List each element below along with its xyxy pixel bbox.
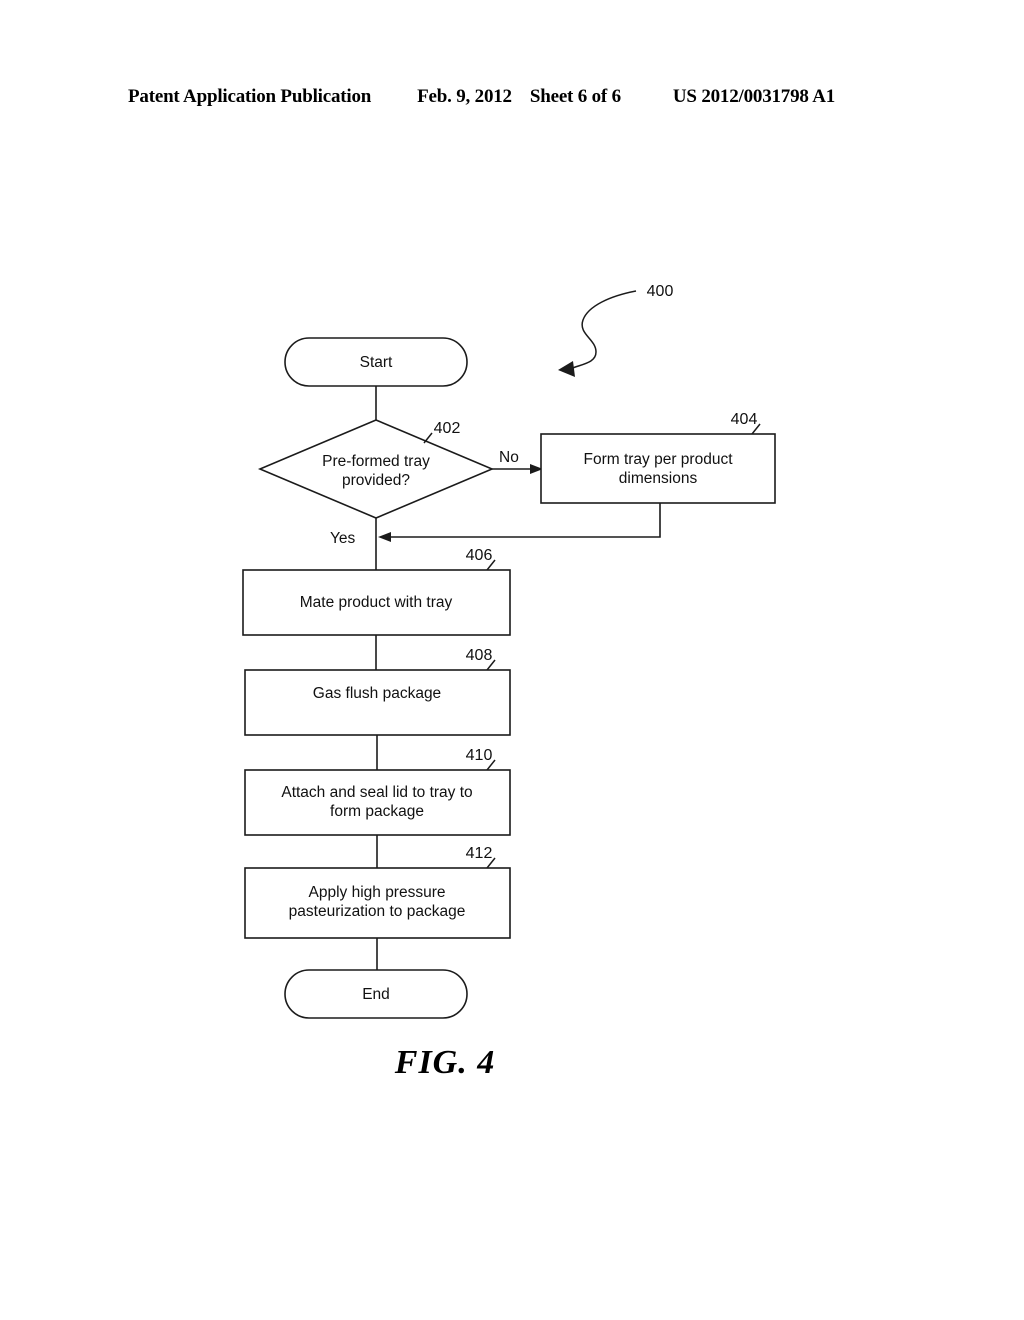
connector-404-return-to-trunk — [378, 503, 661, 542]
ref-402: 402 — [423, 420, 461, 444]
node-412-label-line2: pasteurization to package — [289, 903, 466, 920]
figure-reference-number: 400 — [647, 283, 674, 300]
node-404-label-line2: dimensions — [619, 470, 698, 487]
node-end: End — [284, 969, 468, 1019]
node-start-label: Start — [360, 354, 393, 371]
node-402-label-line2: provided? — [342, 472, 410, 489]
flowchart-figure: 400 Start Pre-formed tray provided? 402 … — [0, 0, 1024, 1320]
ref-410: 410 — [466, 747, 496, 771]
ref-number-404: 404 — [731, 411, 758, 428]
ref-412: 412 — [466, 845, 496, 869]
node-404-label-line1: Form tray per product — [583, 451, 733, 468]
node-process-404: Form tray per product dimensions — [540, 433, 776, 504]
node-412-label-line1: Apply high pressure — [309, 884, 446, 901]
ref-number-410: 410 — [466, 747, 493, 764]
edge-label-yes: Yes — [330, 530, 356, 547]
ref-number-406: 406 — [466, 547, 493, 564]
figure-caption: FIG. 4 — [394, 1044, 496, 1081]
node-start: Start — [284, 337, 468, 387]
node-process-408: Gas flush package — [244, 669, 511, 736]
node-402-label-line1: Pre-formed tray — [322, 453, 430, 470]
edge-label-no: No — [499, 449, 519, 466]
node-end-label: End — [362, 986, 390, 1003]
node-process-412: Apply high pressure pasteurization to pa… — [244, 867, 511, 939]
ref-404: 404 — [731, 411, 761, 435]
node-408-label-line1: Gas flush package — [313, 685, 441, 702]
node-410-label-line1: Attach and seal lid to tray to — [281, 784, 472, 801]
ref-number-402: 402 — [434, 420, 461, 437]
figure-reference-leader — [558, 290, 637, 377]
node-process-410: Attach and seal lid to tray to form pack… — [244, 769, 511, 836]
node-process-406: Mate product with tray — [242, 569, 511, 636]
ref-number-412: 412 — [466, 845, 493, 862]
ref-number-408: 408 — [466, 647, 493, 664]
ref-406: 406 — [466, 547, 496, 571]
ref-408: 408 — [466, 647, 496, 671]
node-410-label-line2: form package — [330, 803, 424, 820]
node-406-label-line1: Mate product with tray — [300, 594, 453, 611]
